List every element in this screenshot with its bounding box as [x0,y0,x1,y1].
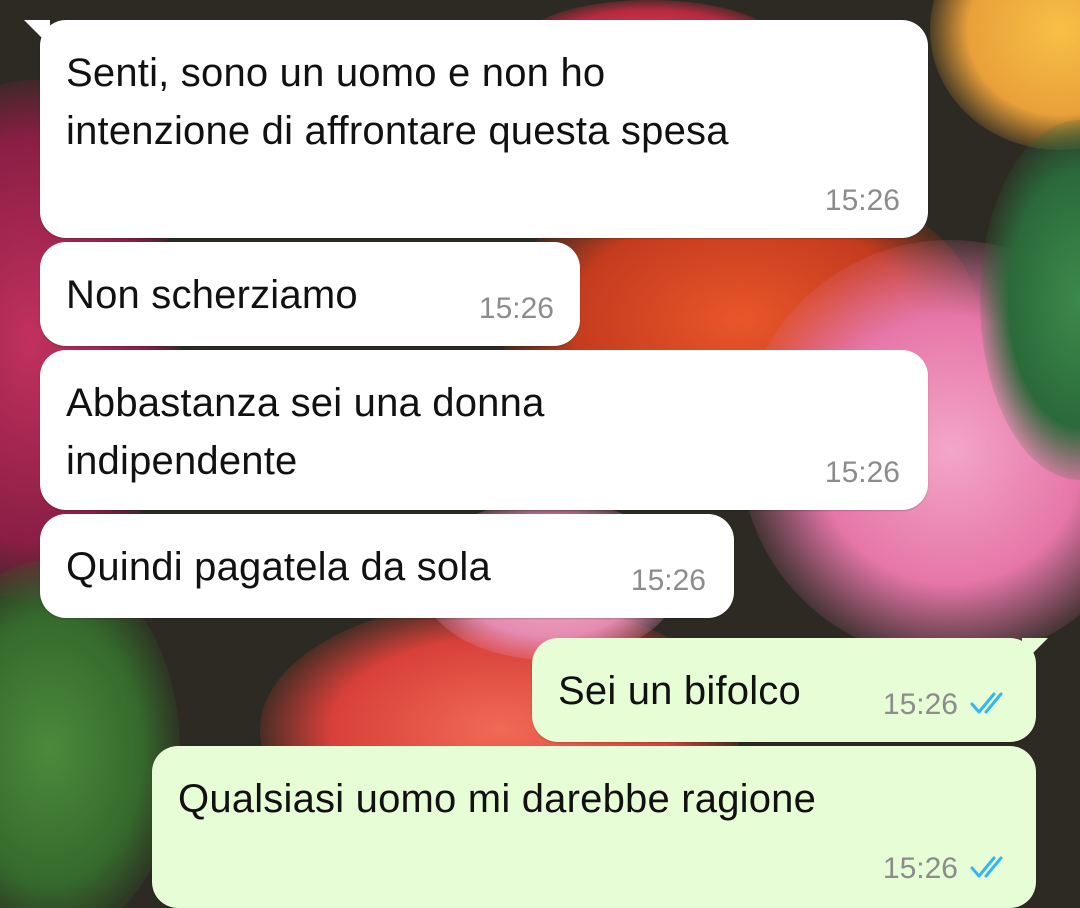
message-text: Qualsiasi uomo mi darebbe ragione [178,777,817,821]
message-timestamp: 15:26 [824,456,900,489]
message-bubble-incoming[interactable]: Abbastanza sei una donna indipendente 15… [40,350,928,510]
bubble-tail [1022,638,1048,664]
message-timestamp: 15:26 [824,184,900,217]
message-timestamp: 15:26 [630,564,706,597]
message-timestamp: 15:26 [882,852,958,885]
message-text: Quindi pagatela da sola [66,545,491,589]
double-check-read-icon [970,856,1003,878]
message-text: Non scherziamo [66,273,358,317]
bubble-tail [24,20,50,46]
message-timestamp: 15:26 [478,292,554,325]
message-bubble-incoming[interactable]: Senti, sono un uomo e non ho intenzione … [24,20,928,238]
double-check-read-icon [970,692,1003,714]
message-timestamp: 15:26 [882,688,958,721]
message-bubble-outgoing[interactable]: Sei un bifolco 15:26 [532,638,1048,742]
message-text: Senti, sono un uomo e non ho intenzione … [66,51,729,153]
message-text: Sei un bifolco [558,669,801,713]
message-text: Abbastanza sei una donna indipendente [66,381,545,483]
message-bubble-incoming[interactable]: Quindi pagatela da sola 15:26 [40,514,734,618]
message-bubble-outgoing[interactable]: Qualsiasi uomo mi darebbe ragione 15:26 [152,746,1036,908]
message-bubble-incoming[interactable]: Non scherziamo 15:26 [40,242,580,346]
